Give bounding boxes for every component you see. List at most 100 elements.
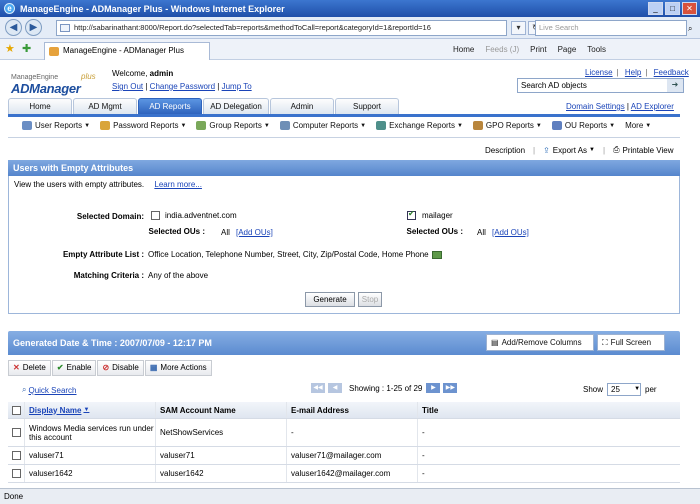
maximize-button[interactable]: □ bbox=[665, 2, 680, 15]
add-ous-link-india[interactable]: [Add OUs] bbox=[236, 228, 273, 237]
printable-view-link[interactable]: Printable View bbox=[622, 146, 673, 155]
add-remove-columns-button[interactable]: ▤ Add/Remove Columns bbox=[486, 334, 594, 351]
report-title: Users with Empty Attributes bbox=[8, 160, 680, 176]
page-button[interactable]: Page bbox=[558, 45, 577, 54]
minimize-button[interactable]: _ bbox=[648, 2, 663, 15]
home-button[interactable]: Home bbox=[453, 45, 474, 54]
menu-user-reports[interactable]: User Reports ▼ bbox=[22, 121, 90, 130]
dropdown-button[interactable]: ▾ bbox=[511, 21, 526, 35]
key-icon bbox=[100, 121, 111, 130]
delete-button[interactable]: ✕ Delete bbox=[8, 359, 51, 376]
row-checkbox[interactable] bbox=[11, 451, 21, 460]
cell-display-name[interactable]: valuser71 bbox=[24, 447, 155, 464]
ou-icon bbox=[551, 121, 562, 130]
cell-display-name[interactable]: Windows Media services run under this ac… bbox=[24, 419, 155, 446]
feeds-button[interactable]: Feeds (J) bbox=[485, 45, 519, 54]
tab-ad-delegation[interactable]: AD Delegation bbox=[203, 98, 269, 114]
tab-support[interactable]: Support bbox=[335, 98, 399, 114]
menu-gpo-reports[interactable]: GPO Reports ▼ bbox=[472, 121, 542, 130]
cell-title: - bbox=[417, 419, 680, 446]
browser-tab[interactable]: ManageEngine - ADManager Plus bbox=[44, 42, 210, 60]
computer-icon bbox=[279, 121, 290, 130]
table-row: valuser71 valuser71 valuser71@mailager.c… bbox=[8, 447, 680, 465]
quick-search-link[interactable]: Quick Search bbox=[28, 386, 76, 395]
fullscreen-icon: ⛶ bbox=[602, 338, 608, 347]
ad-explorer-link[interactable]: AD Explorer bbox=[631, 102, 674, 111]
edit-list-icon[interactable] bbox=[431, 250, 442, 259]
domain-checkbox-india[interactable] bbox=[151, 211, 160, 220]
domain-settings-link[interactable]: Domain Settings bbox=[566, 102, 625, 111]
print-button[interactable]: Print bbox=[530, 45, 546, 54]
live-search-input[interactable]: Live Search bbox=[535, 20, 687, 36]
tab-home[interactable]: Home bbox=[8, 98, 72, 114]
back-button[interactable]: ◀ bbox=[5, 19, 22, 36]
tab-ad-mgmt[interactable]: AD Mgmt bbox=[73, 98, 137, 114]
cell-sam-account: valuser1642 bbox=[155, 465, 286, 482]
sign-out-link[interactable]: Sign Out bbox=[112, 82, 143, 91]
description-link[interactable]: Description bbox=[485, 146, 525, 155]
selected-ous-label-mailager: Selected OUs : bbox=[406, 227, 463, 236]
column-sam-account[interactable]: SAM Account Name bbox=[155, 402, 286, 418]
tab-ad-reports[interactable]: AD Reports bbox=[138, 98, 202, 114]
generate-button[interactable]: Generate bbox=[305, 292, 355, 307]
stop-button[interactable]: Stop bbox=[358, 292, 382, 307]
row-checkbox[interactable] bbox=[11, 428, 21, 437]
quick-search: ⌕ Quick Search bbox=[22, 385, 77, 395]
feedback-link[interactable]: Feedback bbox=[654, 68, 689, 77]
prev-page-icon[interactable]: ◀ bbox=[328, 383, 342, 393]
license-link[interactable]: License bbox=[585, 68, 613, 77]
menu-more[interactable]: More ▼ bbox=[625, 121, 651, 130]
cell-display-name[interactable]: valuser1642 bbox=[24, 465, 155, 482]
forward-button[interactable]: ▶ bbox=[25, 19, 42, 36]
more-actions-button[interactable]: ▦ More Actions bbox=[144, 359, 212, 376]
window-title-bar: e ManageEngine - ADManager Plus - Window… bbox=[0, 0, 700, 17]
next-page-icon[interactable]: ▶ bbox=[426, 383, 441, 393]
showing-count: Showing : 1-25 of 29 bbox=[349, 383, 423, 393]
page-size: Show 25 ▼ per bbox=[583, 383, 657, 396]
change-password-link[interactable]: Change Password bbox=[150, 82, 215, 91]
tab-admin[interactable]: Admin bbox=[270, 98, 334, 114]
domain-name-mailager: mailager bbox=[422, 211, 453, 220]
full-screen-button[interactable]: ⛶ Full Screen bbox=[597, 334, 665, 351]
column-title[interactable]: Title bbox=[417, 402, 680, 418]
tools-button[interactable]: Tools bbox=[587, 45, 606, 54]
domain-checkbox-mailager[interactable] bbox=[407, 211, 416, 220]
favorites-star-icon[interactable]: ★ bbox=[5, 42, 15, 55]
selected-domain-label: Selected Domain: bbox=[76, 212, 144, 221]
close-button[interactable]: ✕ bbox=[682, 2, 697, 15]
menu-group-reports[interactable]: Group Reports ▼ bbox=[196, 121, 270, 130]
ie-logo-icon: e bbox=[4, 3, 15, 14]
add-favorites-icon[interactable]: ✚ bbox=[22, 42, 31, 55]
matching-criteria-value: Any of the above bbox=[148, 271, 209, 280]
exchange-icon bbox=[376, 121, 387, 130]
menu-computer-reports[interactable]: Computer Reports ▼ bbox=[279, 121, 366, 130]
add-ous-link-mailager[interactable]: [Add OUs] bbox=[492, 228, 529, 237]
admanager-logo: ManageEngine ADManager plus bbox=[11, 72, 96, 96]
menu-ou-reports[interactable]: OU Reports ▼ bbox=[551, 121, 615, 130]
row-checkbox[interactable] bbox=[11, 469, 21, 478]
column-display-name[interactable]: Display Name ▼ bbox=[24, 402, 155, 418]
search-icon[interactable]: ⌕ bbox=[688, 24, 692, 34]
menu-password-reports[interactable]: Password Reports ▼ bbox=[100, 121, 186, 130]
column-email[interactable]: E-mail Address bbox=[286, 402, 417, 418]
ad-search-input[interactable]: Search AD objects ➜ bbox=[517, 78, 684, 93]
menu-exchange-reports[interactable]: Exchange Reports ▼ bbox=[376, 121, 463, 130]
help-link[interactable]: Help bbox=[625, 68, 641, 77]
last-page-icon[interactable]: ▶▶ bbox=[443, 383, 458, 393]
matching-criteria-label: Matching Criteria : bbox=[73, 271, 144, 280]
page-size-select[interactable]: 25 ▼ bbox=[607, 383, 642, 396]
selected-ous-label-india: Selected OUs : bbox=[148, 227, 205, 236]
url-input[interactable]: http://sabarinathant:8000/Report.do?sele… bbox=[56, 20, 507, 36]
enable-button[interactable]: ✔ Enable bbox=[51, 359, 97, 376]
jump-to-link[interactable]: Jump To bbox=[222, 82, 252, 91]
empty-attribute-value: Office Location, Telephone Number, Stree… bbox=[148, 250, 429, 259]
disable-button[interactable]: ⊘ Disable bbox=[97, 359, 144, 376]
domain-name-india: india.adventnet.com bbox=[165, 211, 237, 220]
select-all-checkbox[interactable] bbox=[11, 405, 21, 415]
table-header: Display Name ▼ SAM Account Name E-mail Ad… bbox=[8, 402, 680, 419]
search-go-icon[interactable]: ➜ bbox=[667, 79, 683, 92]
report-category-menu: User Reports ▼ Password Reports ▼ Group Re… bbox=[22, 121, 661, 130]
export-as-button[interactable]: Export As bbox=[553, 146, 587, 155]
first-page-icon[interactable]: ◀◀ bbox=[311, 383, 325, 393]
learn-more-link[interactable]: Learn more... bbox=[154, 180, 202, 189]
